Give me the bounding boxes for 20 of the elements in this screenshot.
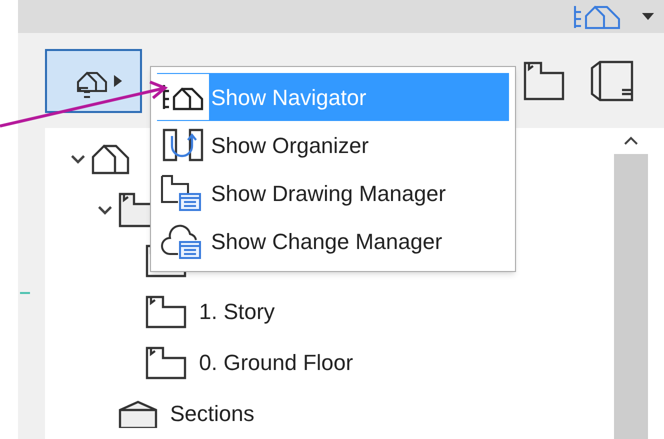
floor-plan-icon [145,294,187,328]
scroll-thumb[interactable] [614,154,648,439]
organizer-icon [160,128,206,162]
floor-plan-icon [523,60,565,100]
navigator-button[interactable] [45,48,142,112]
house-icon [91,142,131,174]
chevron-down-icon[interactable] [70,154,86,164]
tree-item[interactable]: Sections [170,397,254,430]
chevron-down-icon[interactable] [97,204,113,214]
section-icon [118,400,158,428]
tree-item[interactable]: 1. Story [199,295,275,328]
caret-right-icon [114,74,122,86]
menu-item[interactable]: Show Change Manager [157,217,509,265]
tree-item[interactable]: 0. Ground Floor [199,346,354,379]
menu-item[interactable]: Show Organizer [157,121,509,169]
floor-plan-icon [145,346,187,380]
menu-item[interactable]: Show Drawing Manager [157,169,509,217]
scroll-up-icon[interactable] [623,136,639,146]
caret-icon[interactable] [642,12,654,20]
sheet-icon [590,60,634,102]
